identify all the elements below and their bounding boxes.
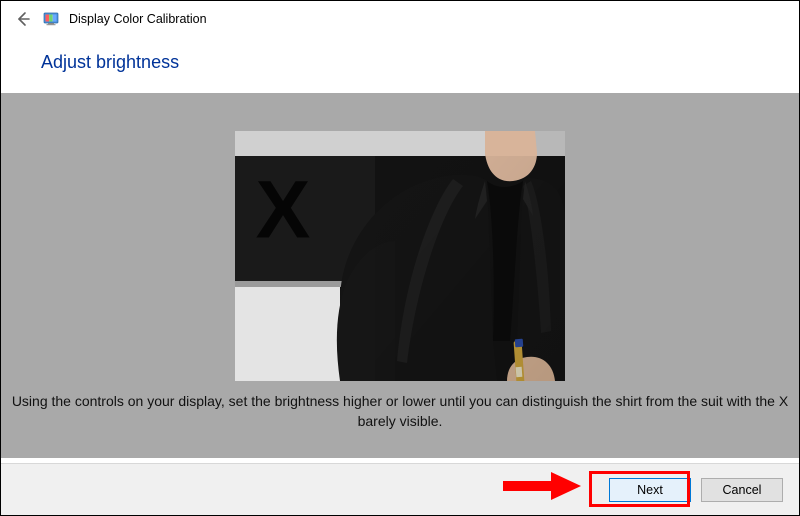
content-area: X [1,93,799,458]
svg-text:X: X [256,165,311,256]
instruction-text: Using the controls on your display, set … [1,381,799,432]
app-icon [43,11,59,27]
title-bar: Display Color Calibration [1,1,799,36]
page-heading-area: Adjust brightness [1,36,799,93]
button-bar: Next Cancel [1,463,799,515]
x-letter-icon: X [256,165,311,256]
calibration-image: X [235,131,565,381]
cancel-button[interactable]: Cancel [701,478,783,502]
next-button[interactable]: Next [609,478,691,502]
back-arrow-icon[interactable] [13,9,33,29]
page-title: Adjust brightness [41,52,759,73]
app-title: Display Color Calibration [69,12,207,26]
